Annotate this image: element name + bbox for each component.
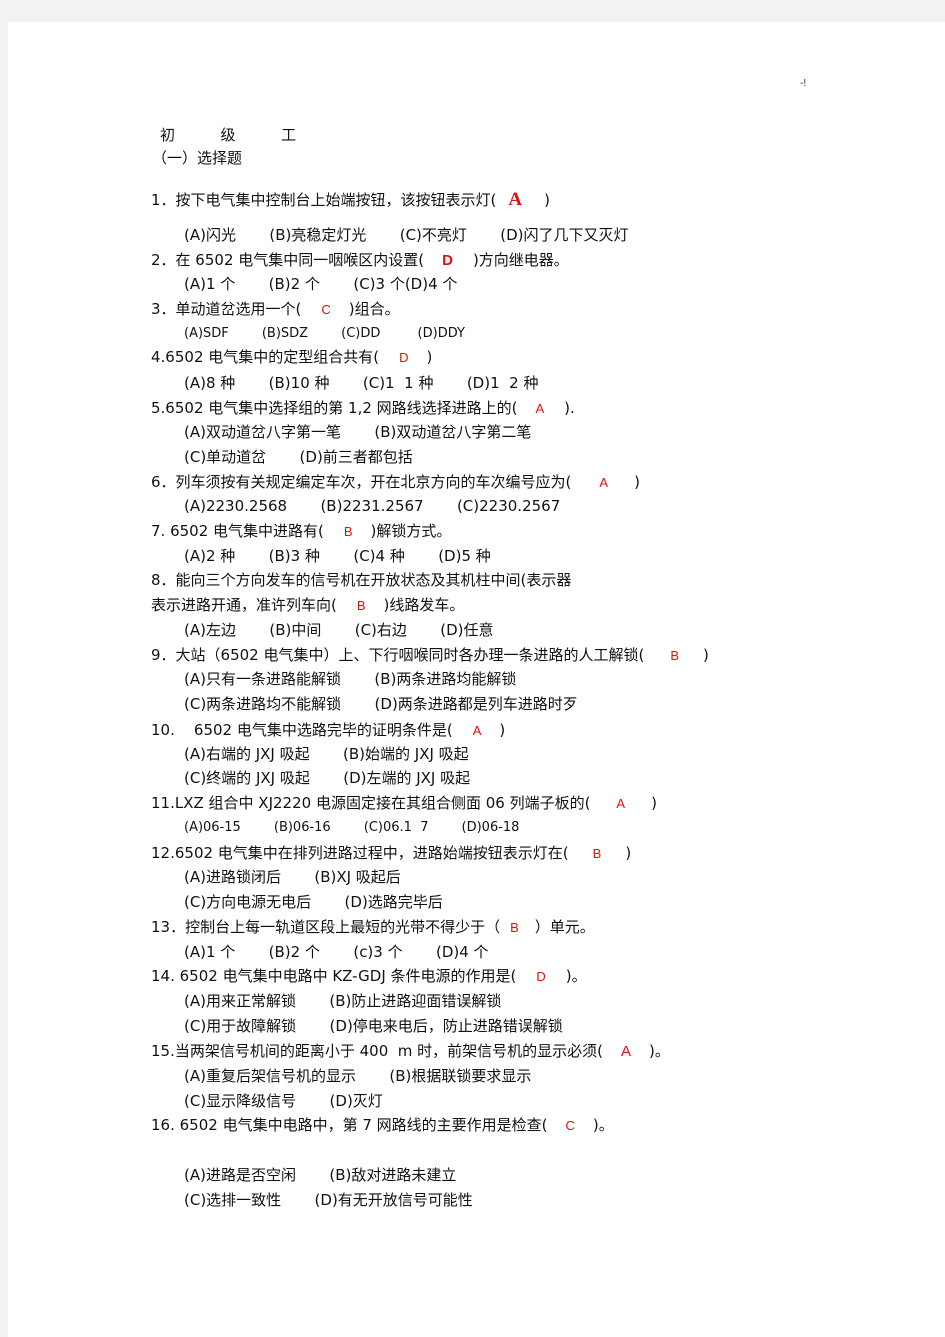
stem-text-after: )。 bbox=[649, 1042, 670, 1060]
answer-mark: A bbox=[472, 723, 482, 738]
question-9-options-1: (A)只有一条进路能解锁 (B)两条进路均能解锁 bbox=[184, 670, 517, 688]
answer-mark: D bbox=[442, 252, 453, 269]
question-2-stem: 2．在 6502 电气集中同一咽喉区内设置( D )方向继电器。 bbox=[151, 250, 569, 270]
document-title: 初 级 工 bbox=[160, 126, 309, 144]
stem-text-after: )。 bbox=[565, 967, 587, 985]
page-corner-mark: -! bbox=[800, 78, 807, 89]
stem-text: 12.6502 电气集中在排列进路过程中，进路始端按钮表示灯在( bbox=[151, 844, 569, 862]
question-6-stem: 6．列车须按有关规定编定车次，开在北京方向的车次编号应为( A) bbox=[151, 472, 640, 492]
answer-mark: B bbox=[356, 598, 366, 613]
question-13-stem: 13．控制台上每一轨道区段上最短的光带不得少于（ B ）单元。 bbox=[151, 917, 595, 937]
question-8-stem-line1: 8．能向三个方向发车的信号机在开放状态及其机柱中间(表示器 bbox=[151, 571, 572, 589]
stem-text: 15.当两架信号机间的距离小于 400 m 时，前架信号机的显示必须( bbox=[151, 1042, 604, 1060]
stem-text: 6．列车须按有关规定编定车次，开在北京方向的车次编号应为( bbox=[151, 473, 572, 491]
stem-text-after: ) bbox=[544, 191, 550, 209]
stem-text-after: ) bbox=[634, 473, 640, 491]
stem-text-after: ）单元。 bbox=[534, 918, 595, 936]
question-5-options-2: (C)单动道岔 (D)前三者都包括 bbox=[184, 448, 413, 466]
question-12-options-1: (A)进路锁闭后 (B)XJ 吸起后 bbox=[184, 868, 401, 886]
question-6-options: (A)2230.2568 (B)2231.2567 (C)2230.2567 bbox=[184, 497, 561, 515]
question-10-options-2: (C)终端的 JXJ 吸起 (D)左端的 JXJ 吸起 bbox=[184, 769, 471, 787]
stem-text: 10. 6502 电气集中选路完毕的证明条件是( bbox=[151, 721, 453, 739]
question-5-options-1: (A)双动道岔八字第一笔 (B)双动道岔八字第二笔 bbox=[184, 423, 532, 441]
question-16-stem: 16. 6502 电气集中电路中，第 7 网路线的主要作用是检查( C )。 bbox=[151, 1115, 614, 1135]
question-7-options: (A)2 种 (B)3 种 (C)4 种 (D)5 种 bbox=[184, 547, 491, 565]
stem-text-after: )线路发车。 bbox=[383, 596, 465, 614]
question-14-options-2: (C)用于故障解锁 (D)停电来电后，防止进路错误解锁 bbox=[184, 1017, 563, 1035]
answer-mark: B bbox=[592, 846, 602, 861]
stem-text-after: ) bbox=[426, 348, 433, 366]
question-10-stem: 10. 6502 电气集中选路完毕的证明条件是( A) bbox=[151, 720, 505, 740]
stem-text-after: ) bbox=[703, 646, 709, 664]
answer-mark: A bbox=[599, 475, 609, 490]
answer-mark: D bbox=[536, 969, 546, 984]
question-15-options-2: (C)显示降级信号 (D)灭灯 bbox=[184, 1092, 383, 1110]
stem-text: 11.LXZ 组合中 XJ2220 电源固定接在其组合侧面 06 列端子板的( bbox=[151, 794, 591, 812]
question-2-options: (A)1 个 (B)2 个 (C)3 个(D)4 个 bbox=[184, 275, 458, 293]
question-3-stem: 3．单动道岔选用一个( C )组合。 bbox=[151, 299, 400, 319]
stem-text-after: )方向继电器。 bbox=[472, 251, 569, 269]
stem-text: 4.6502 电气集中的定型组合共有( bbox=[151, 348, 380, 366]
stem-text-after: ) bbox=[651, 794, 657, 812]
section-heading: （一）选择题 bbox=[152, 149, 243, 167]
stem-text: 16. 6502 电气集中电路中，第 7 网路线的主要作用是检查( bbox=[151, 1116, 548, 1134]
answer-mark: A bbox=[508, 189, 523, 210]
answer-mark: C bbox=[565, 1118, 575, 1133]
answer-mark: C bbox=[321, 302, 331, 317]
stem-text-after: ). bbox=[564, 399, 575, 417]
question-8-stem-line2: 表示进路开通，准许列车向( B )线路发车。 bbox=[151, 595, 464, 615]
question-11-stem: 11.LXZ 组合中 XJ2220 电源固定接在其组合侧面 06 列端子板的( A… bbox=[151, 793, 657, 813]
stem-text-after: ) bbox=[499, 721, 506, 739]
question-11-options: (A)06-15 (B)06-16 (C)06.1 7 (D)06-18 bbox=[184, 820, 520, 835]
answer-mark: B bbox=[343, 524, 353, 539]
answer-mark: A bbox=[535, 401, 545, 416]
question-10-options-1: (A)右端的 JXJ 吸起 (B)始端的 JXJ 吸起 bbox=[184, 745, 469, 763]
stem-text: 13．控制台上每一轨道区段上最短的光带不得少于（ bbox=[151, 918, 501, 936]
question-14-options-1: (A)用来正常解锁 (B)防止进路迎面错误解锁 bbox=[184, 992, 502, 1010]
answer-mark: D bbox=[399, 350, 409, 365]
question-5-stem: 5.6502 电气集中选择组的第 1,2 网路线选择进路上的( A). bbox=[151, 398, 575, 418]
question-3-options: (A)SDF (B)SDZ (C)DD (D)DDY bbox=[184, 326, 465, 341]
question-16-options-2: (C)选排一致性 (D)有无开放信号可能性 bbox=[184, 1191, 473, 1209]
question-12-options-2: (C)方向电源无电后 (D)选路完毕后 bbox=[184, 893, 443, 911]
question-8-options: (A)左边 (B)中间 (C)右边 (D)任意 bbox=[184, 621, 494, 639]
question-15-stem: 15.当两架信号机间的距离小于 400 m 时，前架信号机的显示必须( A )。 bbox=[151, 1041, 670, 1061]
question-1-options: (A)闪光 (B)亮稳定灯光 (C)不亮灯 (D)闪了几下又灭灯 bbox=[184, 226, 629, 244]
question-12-stem: 12.6502 电气集中在排列进路过程中，进路始端按钮表示灯在( B) bbox=[151, 843, 631, 863]
stem-text: 5.6502 电气集中选择组的第 1,2 网路线选择进路上的( bbox=[151, 399, 518, 417]
question-13-options: (A)1 个 (B)2 个 (c)3 个 (D)4 个 bbox=[184, 943, 489, 961]
question-1-stem: 1．按下电气集中控制台上始端按钮，该按钮表示灯( A) bbox=[151, 190, 550, 210]
stem-text: 3．单动道岔选用一个( bbox=[151, 300, 302, 318]
question-4-options: (A)8 种 (B)10 种 (C)1 1 种 (D)1 2 种 bbox=[184, 374, 539, 392]
stem-text-after: )组合。 bbox=[348, 300, 400, 318]
stem-text: 9．大站（6502 电气集中）上、下行咽喉同时各办理一条进路的人工解锁( bbox=[151, 646, 645, 664]
answer-mark: B bbox=[510, 920, 519, 935]
question-14-stem: 14. 6502 电气集中电路中 KZ-GDJ 条件电源的作用是( D )。 bbox=[151, 966, 587, 986]
answer-mark: B bbox=[670, 648, 680, 663]
stem-text: 表示进路开通，准许列车向( bbox=[151, 596, 337, 614]
question-9-stem: 9．大站（6502 电气集中）上、下行咽喉同时各办理一条进路的人工解锁( B) bbox=[151, 645, 709, 665]
question-15-options-1: (A)重复后架信号机的显示 (B)根据联锁要求显示 bbox=[184, 1067, 532, 1085]
question-7-stem: 7. 6502 电气集中进路有( B )解锁方式。 bbox=[151, 521, 451, 541]
stem-text-after: )解锁方式。 bbox=[370, 522, 452, 540]
stem-text: 14. 6502 电气集中电路中 KZ-GDJ 条件电源的作用是( bbox=[151, 967, 517, 985]
question-4-stem: 4.6502 电气集中的定型组合共有( D) bbox=[151, 347, 432, 367]
stem-text: 7. 6502 电气集中进路有( bbox=[151, 522, 324, 540]
answer-mark: A bbox=[616, 796, 626, 811]
answer-mark: A bbox=[621, 1043, 632, 1060]
stem-text: 1．按下电气集中控制台上始端按钮，该按钮表示灯( bbox=[151, 191, 497, 209]
question-16-options-1: (A)进路是否空闲 (B)敌对进路未建立 bbox=[184, 1166, 457, 1184]
question-9-options-2: (C)两条进路均不能解锁 (D)两条进路都是列车进路时歹 bbox=[184, 695, 578, 713]
stem-text-after: ) bbox=[625, 844, 632, 862]
stem-text: 2．在 6502 电气集中同一咽喉区内设置( bbox=[151, 251, 425, 269]
stem-text-after: )。 bbox=[592, 1116, 614, 1134]
